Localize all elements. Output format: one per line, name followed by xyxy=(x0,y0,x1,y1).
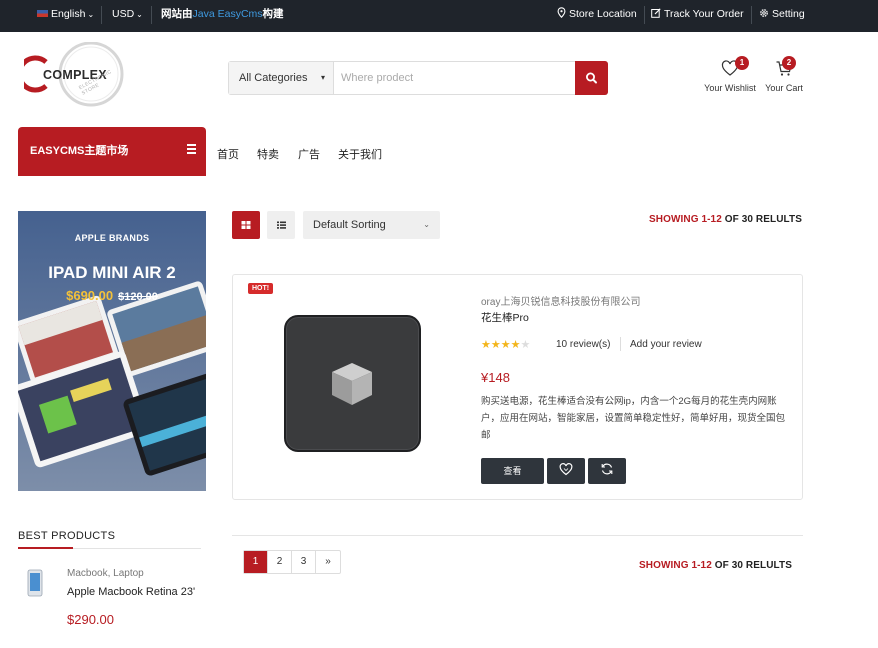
edit-icon xyxy=(651,8,661,18)
hot-badge: HOT! xyxy=(248,283,274,294)
next-page-button[interactable]: » xyxy=(316,551,340,573)
cart-link[interactable]: 2 Your Cart xyxy=(754,56,814,93)
wishlist-count-badge: 1 xyxy=(735,56,749,70)
currency-selector[interactable]: USD ⌄ xyxy=(112,0,143,32)
view-product-button[interactable]: 查看 xyxy=(481,458,544,484)
compare-button[interactable] xyxy=(588,458,626,484)
pagination: 1 2 3 » xyxy=(243,550,341,574)
chevron-down-icon: ⌄ xyxy=(87,10,95,19)
built-brand-link[interactable]: Java EasyCms xyxy=(193,8,263,20)
cube-icon xyxy=(332,363,372,405)
results-count: SHOWING 1-12 OF 30 RELULTS xyxy=(649,214,803,225)
store-location-link[interactable]: Store Location xyxy=(557,0,637,32)
results-count-bottom: SHOWING 1-12 OF 30 RELULTS xyxy=(639,560,793,571)
page-3-button[interactable]: 3 xyxy=(292,551,316,573)
page-2-button[interactable]: 2 xyxy=(268,551,292,573)
pagination-divider xyxy=(232,535,803,536)
nav-link-home[interactable]: 首页 xyxy=(217,146,239,162)
category-select[interactable]: All Categories ▾ xyxy=(229,62,334,94)
star-icon: ★ xyxy=(481,339,491,351)
best-product-name[interactable]: Apple Macbook Retina 23' xyxy=(67,586,195,598)
star-icon: ★ xyxy=(500,339,511,351)
grid-icon xyxy=(241,221,251,229)
sort-select[interactable]: Default Sorting ⌄ xyxy=(303,211,440,239)
star-icon: ★ xyxy=(510,339,521,351)
built-with-text: 网站由Java EasyCms构建 xyxy=(161,8,284,20)
chevron-down-icon: ⌄ xyxy=(136,10,143,19)
nav-link-ads[interactable]: 广告 xyxy=(298,146,320,162)
search-button[interactable] xyxy=(575,61,608,95)
grid-view-button[interactable] xyxy=(232,211,260,239)
best-products-underline xyxy=(18,547,201,549)
divider xyxy=(620,337,621,351)
review-count-link[interactable]: 10 review(s) xyxy=(556,339,610,350)
heart-icon xyxy=(559,463,573,476)
product-description: 购买送电源，花生棒适合没有公网ip，内含一个2G每月的花生壳内网账户，应用在网站… xyxy=(481,396,786,441)
gear-icon xyxy=(760,9,768,17)
caret-down-icon: ▾ xyxy=(320,73,325,82)
divider xyxy=(101,6,102,24)
search-input[interactable] xyxy=(335,62,575,94)
best-product-thumbnail[interactable] xyxy=(24,568,46,598)
refresh-icon xyxy=(601,463,613,475)
nav-link-about[interactable]: 关于我们 xyxy=(338,146,382,162)
list-view-button[interactable] xyxy=(267,211,295,239)
setting-link[interactable]: Setting xyxy=(759,0,805,32)
flag-icon xyxy=(37,10,48,17)
nav-link-sale[interactable]: 特卖 xyxy=(257,146,279,162)
rating-stars: ★★★★★ xyxy=(481,338,530,351)
best-product-price: $290.00 xyxy=(67,612,114,627)
language-selector[interactable]: English ⌄ xyxy=(37,0,94,32)
product-price: ¥148 xyxy=(481,370,510,385)
star-icon: ★ xyxy=(490,339,501,351)
hamburger-icon xyxy=(187,144,196,156)
tablet-illustration xyxy=(18,211,206,491)
product-vendor[interactable]: oray上海贝锐信息科技股份有限公司 xyxy=(481,293,640,308)
best-product-category[interactable]: Macbook, Laptop xyxy=(67,568,144,579)
site-logo[interactable]: COMPLEX ELECTRONIC STORE xyxy=(16,41,132,108)
page-1-button[interactable]: 1 xyxy=(244,551,268,573)
list-icon xyxy=(277,221,286,229)
cart-count-badge: 2 xyxy=(782,56,796,70)
category-menu-toggle[interactable]: EASYCMS主题市场 xyxy=(18,127,206,176)
product-image[interactable] xyxy=(284,315,421,452)
divider xyxy=(751,6,752,24)
star-empty-icon: ★ xyxy=(520,339,531,351)
product-name[interactable]: 花生棒Pro xyxy=(481,310,529,325)
promo-banner[interactable]: APPLE BRANDS IPAD MINI AIR 2 $690.00 $120… xyxy=(18,211,206,491)
product-card: HOT! oray上海贝锐信息科技股份有限公司 花生棒Pro ★★★★★ 10 … xyxy=(232,274,803,500)
location-pin-icon xyxy=(557,7,566,19)
wishlist-link[interactable]: 1 Your Wishlist xyxy=(700,56,760,93)
best-products-title: BEST PRODUCTS xyxy=(18,530,116,542)
phone-image xyxy=(27,569,43,597)
chevron-down-icon: ⌄ xyxy=(423,220,430,229)
search-icon xyxy=(585,72,597,84)
search-bar: All Categories ▾ xyxy=(228,61,608,95)
track-order-link[interactable]: Track Your Order xyxy=(651,0,744,32)
top-bar: English ⌄ USD ⌄ 网站由Java EasyCms构建 Store Lo… xyxy=(0,0,878,32)
add-to-wishlist-button[interactable] xyxy=(547,458,585,484)
divider xyxy=(644,6,645,24)
divider xyxy=(151,6,152,24)
add-review-link[interactable]: Add your review xyxy=(630,339,702,350)
